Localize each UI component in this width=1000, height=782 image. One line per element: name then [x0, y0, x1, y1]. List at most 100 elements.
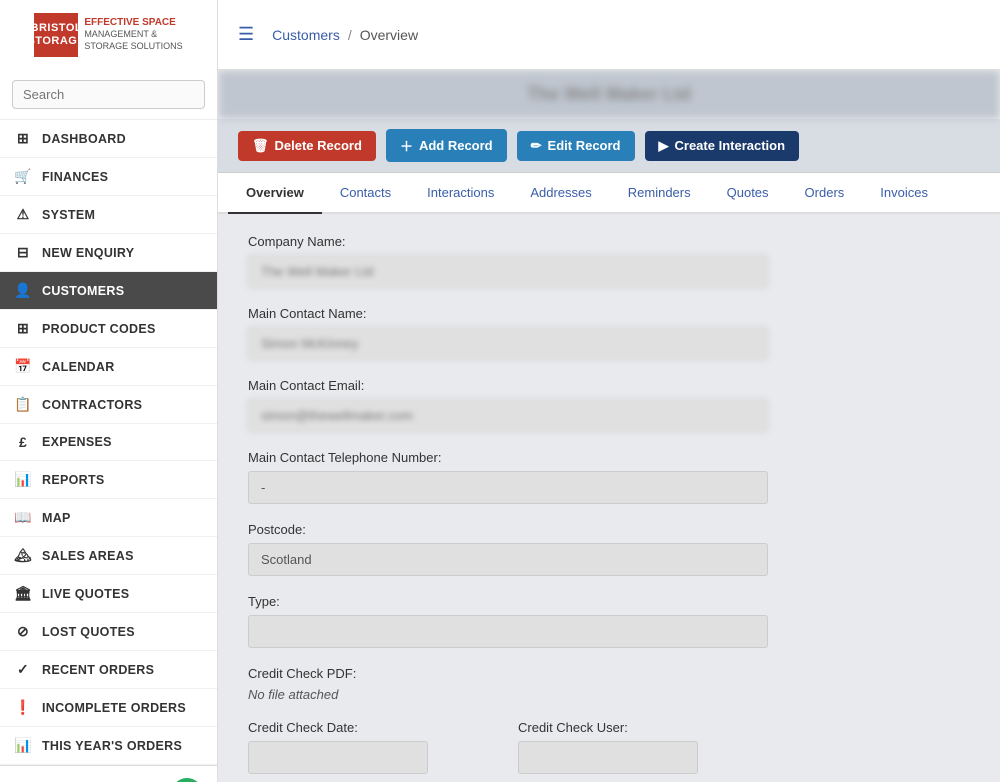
sidebar-footer: Logout e: [0, 765, 217, 782]
sidebar-item-calendar[interactable]: 📅 CALENDAR: [0, 348, 217, 386]
logo-area: BRISTOL STORAGE EFFECTIVE SPACE MANAGEME…: [0, 0, 218, 70]
sidebar-item-contractors[interactable]: 📋 CONTRACTORS: [0, 386, 217, 424]
contact-phone-label: Main Contact Telephone Number:: [248, 450, 768, 465]
sidebar-item-this-years-orders[interactable]: 📊 THIS YEAR'S ORDERS: [0, 727, 217, 765]
sidebar-item-recent-orders[interactable]: ✓ RECENT ORDERS: [0, 651, 217, 689]
toolbar: 🗑 Delete Record ＋ Add Record ✏ Edit Reco…: [218, 119, 1000, 173]
tabs-bar: Overview Contacts Interactions Addresses…: [218, 173, 1000, 214]
customers-icon: 👤: [14, 282, 32, 299]
tab-addresses[interactable]: Addresses: [512, 173, 609, 214]
sidebar-label-recent-orders: RECENT ORDERS: [42, 663, 154, 677]
tab-interactions[interactable]: Interactions: [409, 173, 512, 214]
sidebar-label-contractors: CONTRACTORS: [42, 398, 142, 412]
edit-record-button[interactable]: ✏ Edit Record: [517, 131, 635, 161]
credit-user-field[interactable]: [518, 741, 698, 774]
sidebar-item-new-enquiry[interactable]: ⊟ NEW ENQUIRY: [0, 234, 217, 272]
sidebar-item-expenses[interactable]: £ EXPENSES: [0, 424, 217, 461]
sidebar-label-calendar: CALENDAR: [42, 360, 115, 374]
edit-icon: ✏: [531, 138, 542, 154]
company-name-group: Company Name: The Well Maker Ltd: [248, 234, 768, 288]
contractors-icon: 📋: [14, 396, 32, 413]
sidebar-label-this-years-orders: THIS YEAR'S ORDERS: [42, 739, 182, 753]
credit-date-field[interactable]: [248, 741, 428, 774]
delete-label: Delete Record: [275, 138, 362, 153]
contact-phone-field[interactable]: -: [248, 471, 768, 504]
sidebar-label-lost-quotes: LOST QUOTES: [42, 625, 135, 639]
tab-overview[interactable]: Overview: [228, 173, 322, 214]
sidebar-label-map: MAP: [42, 511, 71, 525]
add-icon: ＋: [400, 136, 413, 155]
postcode-group: Postcode: Scotland: [248, 522, 768, 576]
live-quotes-icon: 🏛: [14, 585, 32, 602]
type-field[interactable]: [248, 615, 768, 648]
sidebar-item-dashboard[interactable]: ⊞ DASHBOARD: [0, 120, 217, 158]
sidebar-label-incomplete-orders: INCOMPLETE ORDERS: [42, 701, 186, 715]
credit-date-user-row: Credit Check Date: Credit Check User:: [248, 720, 768, 782]
top-bar: BRISTOL STORAGE EFFECTIVE SPACE MANAGEME…: [0, 0, 1000, 70]
create-interaction-button[interactable]: ▶ Create Interaction: [645, 131, 800, 161]
sidebar-item-sales-areas[interactable]: 🏔 SALES AREAS: [0, 537, 217, 575]
sidebar-label-customers: CUSTOMERS: [42, 284, 124, 298]
breadcrumb-customers[interactable]: Customers: [272, 27, 340, 43]
dashboard-icon: ⊞: [14, 130, 32, 147]
recent-orders-icon: ✓: [14, 661, 32, 678]
contact-email-label: Main Contact Email:: [248, 378, 768, 393]
edit-label: Edit Record: [548, 138, 621, 153]
search-box[interactable]: [0, 70, 217, 120]
type-label: Type:: [248, 594, 768, 609]
sidebar-item-customers[interactable]: 👤 CUSTOMERS: [0, 272, 217, 310]
product-codes-icon: ⊞: [14, 320, 32, 337]
tab-contacts[interactable]: Contacts: [322, 173, 409, 214]
sidebar-label-new-enquiry: NEW ENQUIRY: [42, 246, 134, 260]
add-label: Add Record: [419, 138, 493, 153]
contact-name-field[interactable]: Simon McKinney: [248, 327, 768, 360]
company-name-field[interactable]: The Well Maker Ltd: [248, 255, 768, 288]
sidebar-label-expenses: EXPENSES: [42, 435, 112, 449]
type-group: Type:: [248, 594, 768, 648]
tab-orders[interactable]: Orders: [787, 173, 863, 214]
sidebar-label-live-quotes: LIVE QUOTES: [42, 587, 129, 601]
sidebar-item-live-quotes[interactable]: 🏛 LIVE QUOTES: [0, 575, 217, 613]
credit-date-group: Credit Check Date:: [248, 720, 498, 774]
tab-quotes[interactable]: Quotes: [709, 173, 787, 214]
system-icon: ⚠: [14, 206, 32, 223]
add-record-button[interactable]: ＋ Add Record: [386, 129, 507, 162]
sidebar-item-incomplete-orders[interactable]: ❗ INCOMPLETE ORDERS: [0, 689, 217, 727]
create-label: Create Interaction: [675, 138, 786, 153]
lost-quotes-icon: ⊘: [14, 623, 32, 640]
credit-pdf-label: Credit Check PDF:: [248, 666, 768, 681]
form-area: Company Name: The Well Maker Ltd Main Co…: [218, 214, 1000, 782]
delete-record-button[interactable]: 🗑 Delete Record: [238, 131, 376, 161]
contact-email-group: Main Contact Email: simon@thewellmaker.c…: [248, 378, 768, 432]
search-input[interactable]: [12, 80, 205, 109]
hamburger-icon[interactable]: ☰: [238, 24, 254, 45]
map-icon: 📖: [14, 509, 32, 526]
main-layout: ⊞ DASHBOARD 🛒 FINANCES ⚠ SYSTEM ⊟ NEW EN…: [0, 70, 1000, 782]
tab-invoices[interactable]: Invoices: [862, 173, 946, 214]
finances-icon: 🛒: [14, 168, 32, 185]
sidebar-item-finances[interactable]: 🛒 FINANCES: [0, 158, 217, 196]
credit-user-group: Credit Check User:: [518, 720, 768, 774]
sidebar-label-sales-areas: SALES AREAS: [42, 549, 134, 563]
content-area: The Well Maker Ltd 🗑 Delete Record ＋ Add…: [218, 70, 1000, 782]
breadcrumb: ☰ Customers / Overview: [218, 24, 1000, 45]
record-title: The Well Maker Ltd: [218, 70, 1000, 119]
credit-pdf-group: Credit Check PDF: No file attached: [248, 666, 768, 702]
postcode-field[interactable]: Scotland: [248, 543, 768, 576]
sidebar-item-product-codes[interactable]: ⊞ PRODUCT CODES: [0, 310, 217, 348]
tab-reminders[interactable]: Reminders: [610, 173, 709, 214]
sidebar-item-system[interactable]: ⚠ SYSTEM: [0, 196, 217, 234]
contact-email-field[interactable]: simon@thewellmaker.com: [248, 399, 768, 432]
this-years-orders-icon: 📊: [14, 737, 32, 754]
credit-user-label: Credit Check User:: [518, 720, 768, 735]
logo-icon: BRISTOL STORAGE: [34, 13, 78, 57]
sidebar-item-lost-quotes[interactable]: ⊘ LOST QUOTES: [0, 613, 217, 651]
credit-date-label: Credit Check Date:: [248, 720, 498, 735]
sidebar-label-reports: REPORTS: [42, 473, 105, 487]
sidebar-label-dashboard: DASHBOARD: [42, 132, 126, 146]
expenses-icon: £: [14, 434, 32, 450]
sidebar-item-map[interactable]: 📖 MAP: [0, 499, 217, 537]
sidebar-item-reports[interactable]: 📊 REPORTS: [0, 461, 217, 499]
create-icon: ▶: [659, 138, 669, 154]
calendar-icon: 📅: [14, 358, 32, 375]
